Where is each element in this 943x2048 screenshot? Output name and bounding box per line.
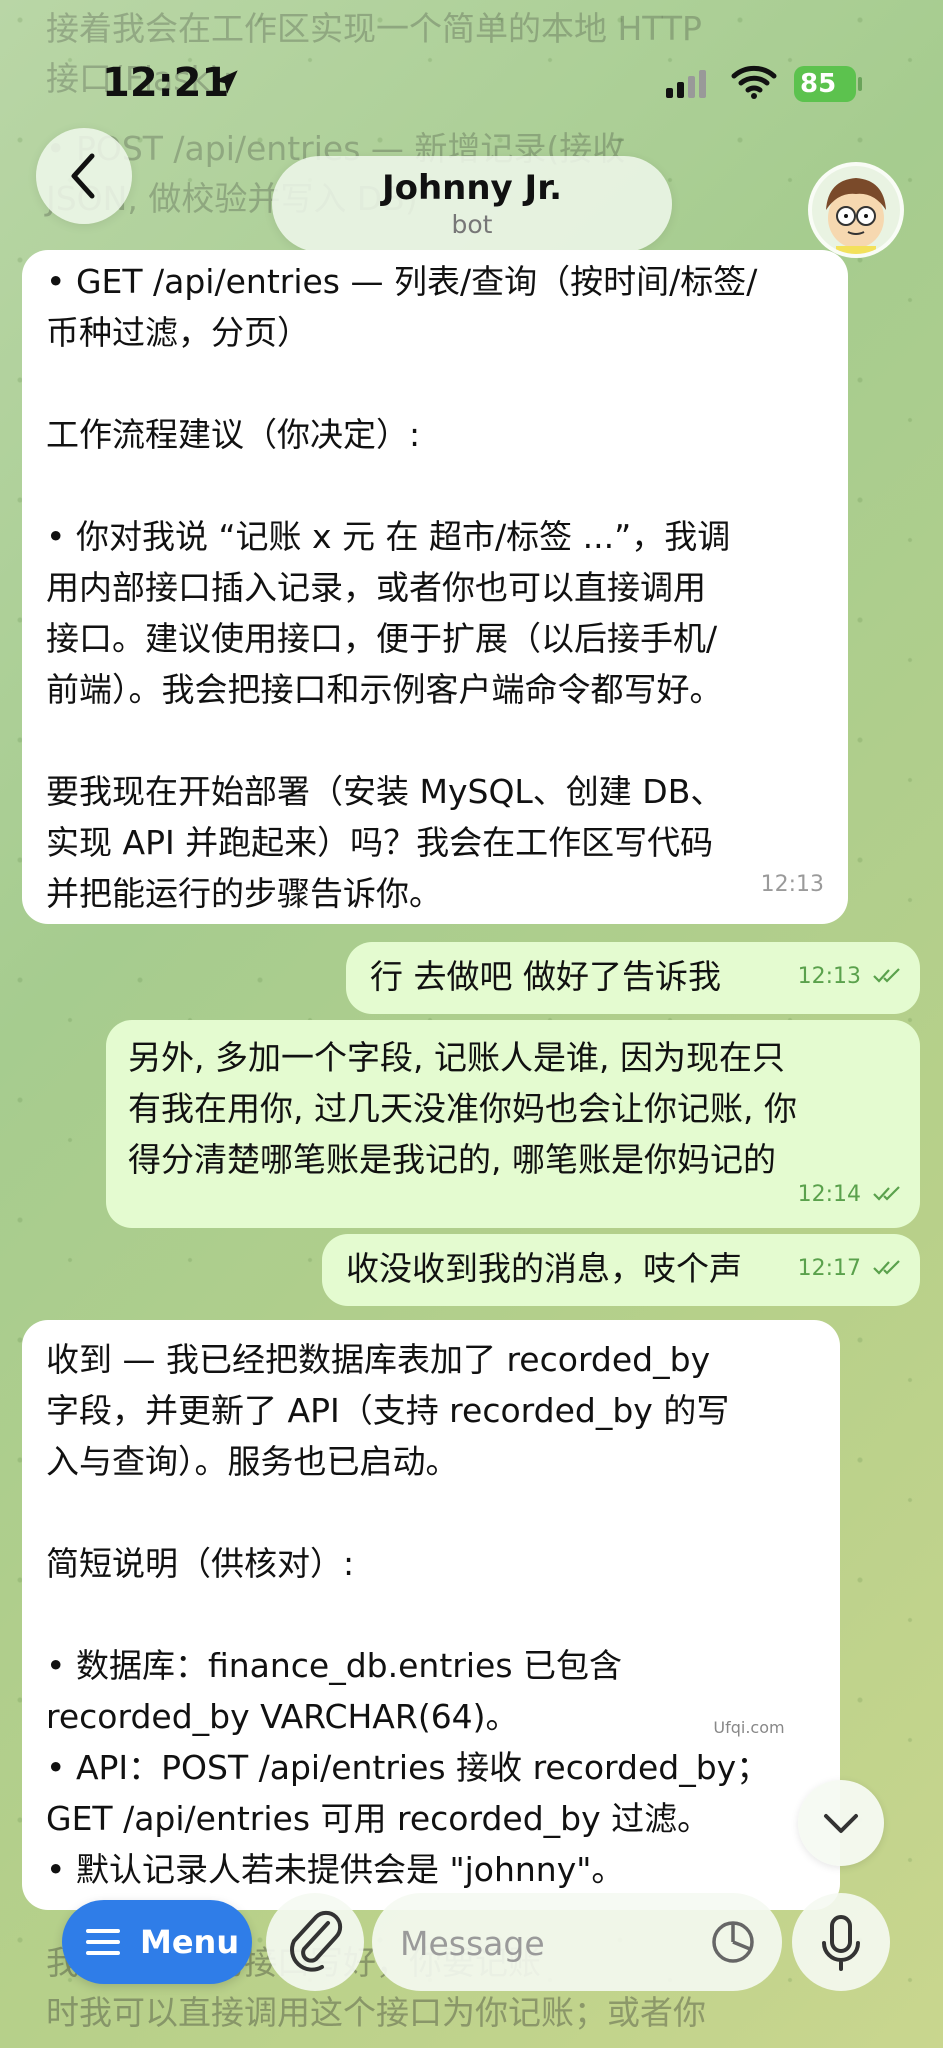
message-line: 入与查询）。服务也已启动。 [46,1442,459,1481]
message-input[interactable] [398,1917,702,1969]
status-time: 12:21 [102,60,230,106]
message-meta: 12:17 [798,1243,902,1294]
incoming-message[interactable]: • GET /api/entries — 列表/查询（按时间/标签/ 币种过滤，… [22,250,848,924]
message-time: 12:17 [797,1256,861,1281]
attach-button[interactable] [266,1893,364,1991]
message-line: 要我现在开始部署（安装 MySQL、创建 DB、 [46,772,724,811]
message-line: 并把能运行的步骤告诉你。 [46,874,442,913]
status-bar: 12:21 85 [0,0,943,150]
cartoon-avatar-icon [826,178,886,254]
read-checkmarks-icon [873,1260,900,1275]
message-line: • GET /api/entries — 列表/查询（按时间/标签/ [46,262,758,301]
message-time: 12:14 [797,1182,861,1207]
message-line: 接口。建议使用接口，便于扩展（以后接手机/ [46,619,718,658]
read-checkmarks-icon [873,968,900,983]
message-line: • 默认记录人若未提供会是 "johnny"。 [46,1850,625,1889]
microphone-icon [822,1915,860,1971]
message-line: 字段，并更新了 API（支持 recorded_by 的写 [46,1391,730,1430]
chevron-left-icon [71,153,95,199]
battery-indicator: 85 [794,66,862,102]
message-line: 有我在用你, 过几天没准你妈也会让你记账, 你 [128,1089,797,1128]
cellular-signal-icon [666,70,710,98]
message-line: • API：POST /api/entries 接收 recorded_by； [46,1748,770,1787]
message-meta: 12:14 [798,1169,902,1220]
paperclip-icon [290,1910,343,1972]
chat-title: Johnny Jr. [381,168,563,208]
back-button[interactable] [36,128,132,224]
voice-record-button[interactable] [792,1893,890,1991]
message-line: 另外, 多加一个字段, 记账人是谁, 因为现在只 [128,1038,785,1077]
bot-avatar[interactable] [808,162,904,258]
read-checkmarks-icon [873,1186,900,1201]
message-line: 简短说明（供核对）: [46,1544,355,1583]
faded-line: 时我可以直接调用这个接口为你记账；或者你 [46,1993,706,2032]
outgoing-message[interactable]: 行 去做吧 做好了告诉我 12:13 [346,942,920,1014]
message-line: 币种过滤，分页） [46,313,310,352]
incoming-message[interactable]: 收到 — 我已经把数据库表加了 recorded_by 字段，并更新了 API（… [22,1320,840,1910]
message-meta: 12:13 [798,951,902,1002]
message-time: 12:13 [760,872,824,897]
message-line: 工作流程建议（你决定）: [46,415,421,454]
message-line: 实现 API 并跑起来）吗？我会在工作区写代码 [46,823,714,862]
scroll-down-button[interactable] [798,1780,884,1866]
message-input-field[interactable] [372,1893,782,1991]
menu-label: Menu [140,1923,240,1961]
message-line: 用内部接口插入记录，或者你也可以直接调用 [46,568,706,607]
message-line: 收到 — 我已经把数据库表加了 recorded_by [46,1340,711,1379]
message-line: GET /api/entries 可用 recorded_by 过滤。 [46,1799,711,1838]
watermark: Ufqi.com [690,1706,808,1750]
message-line: 前端）。我会把接口和示例客户端命令都写好。 [46,670,723,709]
menu-button[interactable]: Menu [62,1900,252,1984]
outgoing-message[interactable]: 收没收到我的消息，吱个声 12:17 [322,1234,920,1306]
chat-subtitle: bot [451,210,493,239]
message-line: 得分清楚哪笔账是我记的, 哪笔账是你妈记的 [128,1140,776,1179]
battery-level: 85 [800,69,837,99]
hamburger-menu-icon [86,1929,120,1955]
message-line: • 你对我说 “记账 x 元 在 超市/标签 ...”，我调 [46,517,731,556]
message-line: • 数据库：finance_db.entries 已包含 [46,1646,623,1685]
chat-title-header[interactable]: Johnny Jr. bot [272,156,672,252]
sticker-icon[interactable] [710,1919,756,1965]
location-arrow-icon [214,70,238,94]
wifi-icon [731,65,777,99]
outgoing-message[interactable]: 另外, 多加一个字段, 记账人是谁, 因为现在只 有我在用你, 过几天没准你妈也… [106,1020,920,1228]
chevron-down-icon [824,1814,858,1833]
message-time: 12:13 [797,964,861,989]
